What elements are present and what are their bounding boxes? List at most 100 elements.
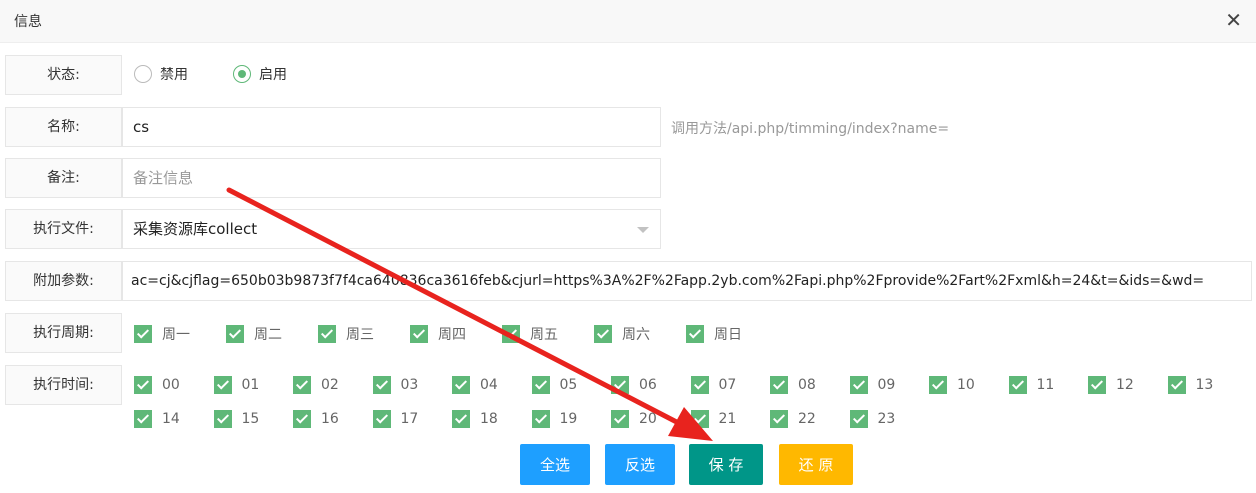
checkbox-checked-icon	[929, 376, 947, 394]
close-icon[interactable]: ✕	[1225, 8, 1242, 32]
checkbox-checked-icon	[849, 376, 868, 394]
hour-checkbox-label: 15	[241, 411, 260, 427]
hour-checkbox[interactable]: 10	[929, 376, 975, 394]
hour-checkbox-label: 01	[241, 377, 260, 393]
hour-checkbox[interactable]: 03	[372, 376, 418, 394]
hour-checkbox[interactable]: 08	[770, 376, 816, 394]
checkbox-checked-icon	[1088, 376, 1106, 394]
hour-checkbox[interactable]: 14	[134, 410, 180, 428]
checkbox-checked-icon	[531, 410, 550, 428]
checkbox-checked-icon	[690, 376, 709, 394]
hour-checkbox-label: 07	[718, 377, 737, 393]
hour-checkbox[interactable]: 12	[1088, 376, 1134, 394]
hour-checkbox[interactable]: 06	[611, 376, 657, 394]
hour-checkbox[interactable]: 02	[293, 376, 339, 394]
hour-checkbox-label: 17	[400, 411, 419, 427]
hour-checkbox-label: 04	[480, 377, 498, 393]
hour-checkbox[interactable]: 00	[134, 376, 180, 394]
remark-label: 备注:	[5, 158, 122, 198]
checkbox-checked-icon	[502, 325, 520, 343]
weekdays-label: 执行周期:	[5, 313, 122, 353]
weekday-checkbox[interactable]: 周一	[134, 324, 190, 344]
hour-checkbox-label: 22	[798, 411, 816, 427]
dialog-title: 信息	[14, 14, 42, 30]
weekday-checkbox[interactable]: 周四	[410, 324, 466, 344]
weekday-checkbox[interactable]: 周五	[502, 324, 558, 344]
reset-button[interactable]: 还 原	[779, 444, 853, 485]
hour-checkbox[interactable]: 05	[531, 376, 578, 394]
hour-checkbox[interactable]: 23	[849, 410, 895, 428]
checkbox-checked-icon	[1167, 376, 1186, 394]
weekday-checkbox-label: 周日	[714, 327, 742, 343]
checkbox-checked-icon	[318, 325, 336, 343]
checkbox-checked-icon	[293, 376, 311, 394]
hour-checkbox[interactable]: 01	[213, 376, 260, 394]
checkbox-checked-icon	[134, 376, 152, 394]
hour-checkbox[interactable]: 20	[611, 410, 657, 428]
select-all-button[interactable]: 全选	[520, 444, 590, 485]
checkbox-checked-icon	[690, 410, 709, 428]
hour-checkbox-label: 10	[957, 377, 975, 393]
hour-checkbox-label: 19	[559, 411, 578, 427]
checkbox-checked-icon	[686, 325, 704, 343]
hour-checkbox[interactable]: 09	[849, 376, 896, 394]
file-select[interactable]: 采集资源库collect	[122, 209, 661, 249]
hour-checkbox[interactable]: 21	[690, 410, 737, 428]
weekday-checkbox-label: 周六	[622, 327, 650, 343]
checkbox-checked-icon	[134, 325, 152, 343]
chevron-down-icon[interactable]	[637, 227, 649, 233]
params-input[interactable]: ac=cj&cjflag=650b03b9873f7f4ca640836ca36…	[122, 261, 1252, 301]
radio-disable-label: 禁用	[160, 67, 188, 83]
hour-checkbox[interactable]: 22	[770, 410, 816, 428]
hour-checkbox[interactable]: 19	[531, 410, 578, 428]
checkbox-checked-icon	[594, 325, 612, 343]
radio-enable[interactable]: 启用	[233, 64, 287, 84]
checkbox-checked-icon	[611, 410, 629, 428]
remark-input[interactable]: 备注信息	[122, 158, 661, 198]
name-hint: 调用方法/api.php/timming/index?name=	[671, 121, 950, 137]
checkbox-checked-icon	[372, 410, 391, 428]
checkbox-checked-icon	[372, 376, 391, 394]
hour-checkbox-label: 21	[718, 411, 737, 427]
weekday-checkbox[interactable]: 周三	[318, 324, 374, 344]
checkbox-checked-icon	[410, 325, 428, 343]
checkbox-checked-icon	[849, 410, 868, 428]
hour-checkbox-label: 05	[559, 377, 578, 393]
weekday-checkbox-label: 周五	[530, 327, 558, 343]
hour-checkbox-label: 18	[480, 411, 498, 427]
checkbox-checked-icon	[452, 410, 470, 428]
hour-checkbox-label: 02	[321, 377, 339, 393]
name-input[interactable]: cs	[122, 107, 661, 147]
invert-selection-button[interactable]: 反选	[605, 444, 675, 485]
save-button[interactable]: 保 存	[689, 444, 763, 485]
weekday-checkbox[interactable]: 周六	[594, 324, 650, 344]
radio-disable[interactable]: 禁用	[134, 64, 188, 84]
checkbox-checked-icon	[531, 376, 550, 394]
radio-circle-icon	[134, 65, 152, 83]
hour-checkbox[interactable]: 16	[293, 410, 339, 428]
radio-checked-icon	[233, 65, 251, 83]
hour-checkbox[interactable]: 18	[452, 410, 498, 428]
hour-checkbox-label: 08	[798, 377, 816, 393]
hour-checkbox[interactable]: 04	[452, 376, 498, 394]
checkbox-checked-icon	[213, 410, 232, 428]
hour-checkbox-label: 16	[321, 411, 339, 427]
hour-checkbox-label: 00	[162, 377, 180, 393]
hour-checkbox-label: 13	[1195, 377, 1214, 393]
checkbox-checked-icon	[770, 410, 788, 428]
weekday-checkbox-label: 周一	[162, 327, 190, 343]
hour-checkbox[interactable]: 13	[1167, 376, 1214, 394]
hour-checkbox[interactable]: 15	[213, 410, 260, 428]
checkbox-checked-icon	[1008, 376, 1027, 394]
weekday-checkbox[interactable]: 周二	[226, 324, 282, 344]
hour-checkbox[interactable]: 11	[1008, 376, 1054, 394]
hour-checkbox[interactable]: 07	[690, 376, 737, 394]
hour-checkbox-label: 12	[1116, 377, 1134, 393]
checkbox-checked-icon	[226, 325, 244, 343]
hour-checkbox[interactable]: 17	[372, 410, 419, 428]
checkbox-checked-icon	[452, 376, 470, 394]
weekday-checkbox[interactable]: 周日	[686, 324, 742, 344]
hour-checkbox-label: 09	[877, 377, 896, 393]
params-label: 附加参数:	[5, 261, 122, 301]
checkbox-checked-icon	[611, 376, 629, 394]
